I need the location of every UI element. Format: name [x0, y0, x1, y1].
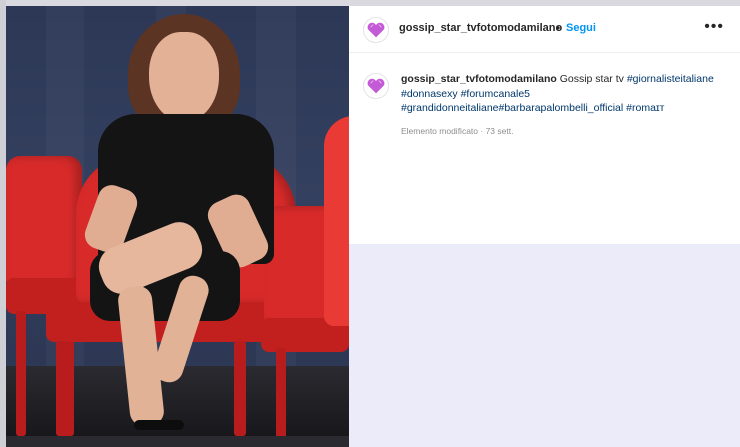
post-side-panel: gossip_star_tvfotomodamilano • Segui •••…: [349, 6, 740, 244]
hashtag-link[interactable]: #barbarapalombelli_official: [499, 102, 624, 114]
left-red-chair: [6, 156, 82, 286]
post-caption: gossip_star_tvfotomodamilano Gossip star…: [401, 72, 731, 116]
post-photo[interactable]: [6, 6, 349, 436]
pink-heart-avatar-icon[interactable]: [363, 73, 389, 99]
follow-button[interactable]: Segui: [566, 22, 596, 34]
more-options-icon[interactable]: •••: [704, 18, 724, 36]
chair-leg: [16, 311, 26, 436]
chair-leg: [56, 341, 68, 436]
header-username-link[interactable]: gossip_star_tvfotomodamilano: [399, 22, 562, 34]
hashtag-link[interactable]: #grandidonneitaliane: [401, 102, 499, 114]
chair-leg: [234, 341, 246, 436]
post-header: gossip_star_tvfotomodamilano • Segui •••: [349, 6, 740, 53]
hashtag-link[interactable]: #romaɪᴛ: [626, 102, 664, 114]
hashtag-link[interactable]: #giornalisteitaliane: [627, 73, 714, 85]
hashtag-link[interactable]: #forumcanale5: [461, 88, 530, 100]
person-shoe: [134, 420, 184, 430]
caption-username-link[interactable]: gossip_star_tvfotomodamilano: [401, 73, 557, 85]
separator-dot: •: [556, 21, 561, 35]
photo-bottom-strip: [6, 436, 349, 447]
person-face: [149, 32, 219, 122]
pink-heart-avatar-icon[interactable]: [363, 17, 389, 43]
person-right-edge: [324, 116, 349, 326]
caption-text: Gossip star tv: [559, 73, 624, 85]
comments-empty-area: [349, 244, 740, 447]
chair-leg: [276, 348, 286, 436]
hashtag-link[interactable]: #donnasexy: [401, 88, 458, 100]
edited-timestamp: Elemento modificato · 73 sett.: [401, 126, 514, 136]
